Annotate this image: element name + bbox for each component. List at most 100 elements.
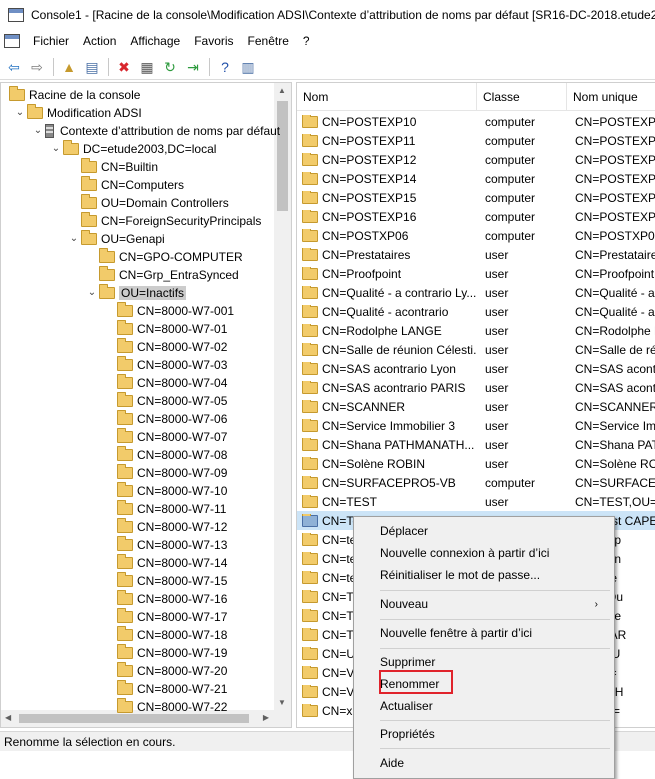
menu-item-actualiser[interactable]: Actualiser bbox=[380, 696, 433, 716]
tree-item-contexte[interactable]: Contexte d’attribution de noms par défau… bbox=[45, 122, 280, 140]
tree-item[interactable]: OU=Domain Controllers bbox=[81, 194, 229, 212]
list-row[interactable]: CN=Solène ROBIN user CN=Solène RO bbox=[297, 454, 655, 473]
delete-icon[interactable]: ✖ bbox=[114, 57, 134, 77]
properties-icon[interactable]: ▦ bbox=[137, 57, 157, 77]
tree-item[interactable]: CN=8000-W7-21 bbox=[117, 680, 227, 698]
tree-vertical-scrollbar[interactable]: ▲ ▼ bbox=[274, 83, 291, 710]
list-row[interactable]: CN=Shana PATHMANATH... user CN=Shana PAT bbox=[297, 435, 655, 454]
list-row[interactable]: CN=POSTXP06 computer CN=POSTXP06 bbox=[297, 226, 655, 245]
tree-item[interactable]: CN=8000-W7-03 bbox=[117, 356, 227, 374]
scroll-left-icon[interactable]: ◀ bbox=[5, 713, 11, 722]
tree-item-ou-genapi[interactable]: OU=Genapi bbox=[81, 230, 165, 248]
expand-toggle-icon[interactable]: ⌄ bbox=[86, 286, 98, 298]
help-icon[interactable]: ? bbox=[215, 57, 235, 77]
list-row[interactable]: CN=POSTEXP10 computer CN=POSTEXP10 bbox=[297, 112, 655, 131]
menu-item-aide[interactable]: Aide bbox=[380, 753, 404, 773]
forward-icon[interactable]: ⇨ bbox=[27, 57, 47, 77]
list-row[interactable]: CN=POSTEXP12 computer CN=POSTEXP12 bbox=[297, 150, 655, 169]
show-hide-action-pane-icon[interactable]: ▥ bbox=[238, 57, 258, 77]
list-row[interactable]: CN=Prestataires user CN=Prestataire bbox=[297, 245, 655, 264]
menu-item-reinitialiser-mot-de-passe[interactable]: Réinitialiser le mot de passe... bbox=[380, 565, 540, 585]
menu-item-supprimer[interactable]: Supprimer bbox=[380, 652, 435, 672]
list-row[interactable]: CN=TEST user CN=TEST,OU=I bbox=[297, 492, 655, 511]
window-menu-icon[interactable] bbox=[4, 34, 20, 48]
tree-item[interactable]: CN=ForeignSecurityPrincipals bbox=[81, 212, 261, 230]
list-row[interactable]: CN=Service Immobilier 3 user CN=Service Im… bbox=[297, 416, 655, 435]
tree-item[interactable]: CN=8000-W7-12 bbox=[117, 518, 227, 536]
tree-item[interactable]: CN=8000-W7-20 bbox=[117, 662, 227, 680]
menu-favoris[interactable]: Favoris bbox=[187, 34, 240, 48]
menu-help[interactable]: ? bbox=[296, 34, 317, 48]
back-icon[interactable]: ⇦ bbox=[4, 57, 24, 77]
tree-item[interactable]: CN=8000-W7-001 bbox=[117, 302, 234, 320]
list-row[interactable]: CN=Proofpoint user CN=Proofpoint bbox=[297, 264, 655, 283]
column-header-classe[interactable]: Classe bbox=[477, 83, 567, 111]
list-row[interactable]: CN=POSTEXP11 computer CN=POSTEXP11 bbox=[297, 131, 655, 150]
tree-item[interactable]: CN=8000-W7-13 bbox=[117, 536, 227, 554]
column-header-nom[interactable]: Nom bbox=[297, 83, 477, 111]
console-tree[interactable]: ▲ ▼ ◀ ▶ Racine de la console ⌄ Modificatio… bbox=[0, 82, 292, 728]
scroll-down-icon[interactable]: ▼ bbox=[278, 698, 286, 707]
tree-item[interactable]: CN=8000-W7-18 bbox=[117, 626, 227, 644]
menu-item-nouveau[interactable]: Nouveau › bbox=[380, 594, 610, 614]
tree-item[interactable]: CN=8000-W7-02 bbox=[117, 338, 227, 356]
tree-item[interactable]: CN=8000-W7-08 bbox=[117, 446, 227, 464]
tree-item-ou-inactifs[interactable]: OU=Inactifs bbox=[99, 284, 187, 302]
list-row[interactable]: CN=Qualité - a contrario Ly... user CN=Qua… bbox=[297, 283, 655, 302]
menu-item-proprietes[interactable]: Propriétés bbox=[380, 724, 435, 744]
scroll-right-icon[interactable]: ▶ bbox=[263, 713, 269, 722]
export-list-icon[interactable]: ⇥ bbox=[183, 57, 203, 77]
list-row[interactable]: CN=POSTEXP15 computer CN=POSTEXP15 bbox=[297, 188, 655, 207]
folder-icon bbox=[81, 176, 97, 191]
tree-item[interactable]: CN=8000-W7-07 bbox=[117, 428, 227, 446]
tree-item-domain[interactable]: DC=etude2003,DC=local bbox=[63, 140, 216, 158]
tree-item[interactable]: CN=Builtin bbox=[81, 158, 158, 176]
menu-fenetre[interactable]: Fenêtre bbox=[241, 34, 296, 48]
list-row[interactable]: CN=POSTEXP14 computer CN=POSTEXP14 bbox=[297, 169, 655, 188]
list-row[interactable]: CN=SURFACEPRO5-VB computer CN=SURFACEP bbox=[297, 473, 655, 492]
tree-item[interactable]: CN=8000-W7-14 bbox=[117, 554, 227, 572]
tree-item-racine[interactable]: Racine de la console bbox=[9, 86, 140, 104]
tree-item[interactable]: CN=8000-W7-09 bbox=[117, 464, 227, 482]
up-folder-icon[interactable]: ▲ bbox=[59, 57, 79, 77]
menu-fichier[interactable]: Fichier bbox=[26, 34, 76, 48]
tree-item[interactable]: CN=8000-W7-01 bbox=[117, 320, 227, 338]
list-row[interactable]: CN=Rodolphe LANGE user CN=Rodolphe L bbox=[297, 321, 655, 340]
list-row[interactable]: CN=Salle de réunion Célesti... user CN=Sal… bbox=[297, 340, 655, 359]
tree-item[interactable]: CN=8000-W7-17 bbox=[117, 608, 227, 626]
list-row[interactable]: CN=POSTEXP16 computer CN=POSTEXP16 bbox=[297, 207, 655, 226]
menu-affichage[interactable]: Affichage bbox=[123, 34, 187, 48]
tree-item[interactable]: CN=8000-W7-06 bbox=[117, 410, 227, 428]
menu-item-nouvelle-fenetre[interactable]: Nouvelle fenêtre à partir d’ici bbox=[380, 623, 532, 643]
list-row[interactable]: CN=SAS acontrario Lyon user CN=SAS acontr bbox=[297, 359, 655, 378]
menu-item-nouvelle-connexion[interactable]: Nouvelle connexion à partir d’ici bbox=[380, 543, 549, 563]
column-header-nom-unique[interactable]: Nom unique bbox=[567, 83, 655, 111]
tree-item-modification-adsi[interactable]: Modification ADSI bbox=[27, 104, 142, 122]
tree-item[interactable]: CN=Grp_EntraSynced bbox=[99, 266, 239, 284]
tree-item[interactable]: CN=8000-W7-10 bbox=[117, 482, 227, 500]
tree-item[interactable]: CN=8000-W7-16 bbox=[117, 590, 227, 608]
cell-nom-unique: CN=SAS acontr bbox=[575, 361, 655, 376]
tree-item[interactable]: CN=8000-W7-05 bbox=[117, 392, 227, 410]
tree-item[interactable]: CN=8000-W7-04 bbox=[117, 374, 227, 392]
scroll-up-icon[interactable]: ▲ bbox=[278, 86, 286, 95]
expand-toggle-icon[interactable]: ⌄ bbox=[50, 142, 62, 154]
list-row[interactable]: CN=SCANNER user CN=SCANNER, bbox=[297, 397, 655, 416]
refresh-icon[interactable]: ↻ bbox=[160, 57, 180, 77]
show-hide-tree-icon[interactable]: ▤ bbox=[82, 57, 102, 77]
expand-toggle-icon[interactable]: ⌄ bbox=[14, 106, 26, 118]
menu-item-deplacer[interactable]: Déplacer bbox=[380, 521, 428, 541]
tree-item[interactable]: CN=8000-W7-11 bbox=[117, 500, 226, 518]
expand-toggle-icon[interactable]: ⌄ bbox=[32, 124, 44, 136]
tree-vertical-scroll-thumb[interactable] bbox=[277, 101, 288, 211]
list-row[interactable]: CN=Qualité - acontrario user CN=Qualité - … bbox=[297, 302, 655, 321]
list-row[interactable]: CN=SAS acontrario PARIS user CN=SAS acontr bbox=[297, 378, 655, 397]
tree-item[interactable]: CN=8000-W7-19 bbox=[117, 644, 227, 662]
tree-item[interactable]: CN=GPO-COMPUTER bbox=[99, 248, 243, 266]
expand-toggle-icon[interactable]: ⌄ bbox=[68, 232, 80, 244]
tree-item[interactable]: CN=8000-W7-22 bbox=[117, 698, 227, 716]
tree-item[interactable]: CN=8000-W7-15 bbox=[117, 572, 227, 590]
tree-item[interactable]: CN=Computers bbox=[81, 176, 184, 194]
menu-action[interactable]: Action bbox=[76, 34, 123, 48]
cell-classe: computer bbox=[485, 133, 536, 148]
